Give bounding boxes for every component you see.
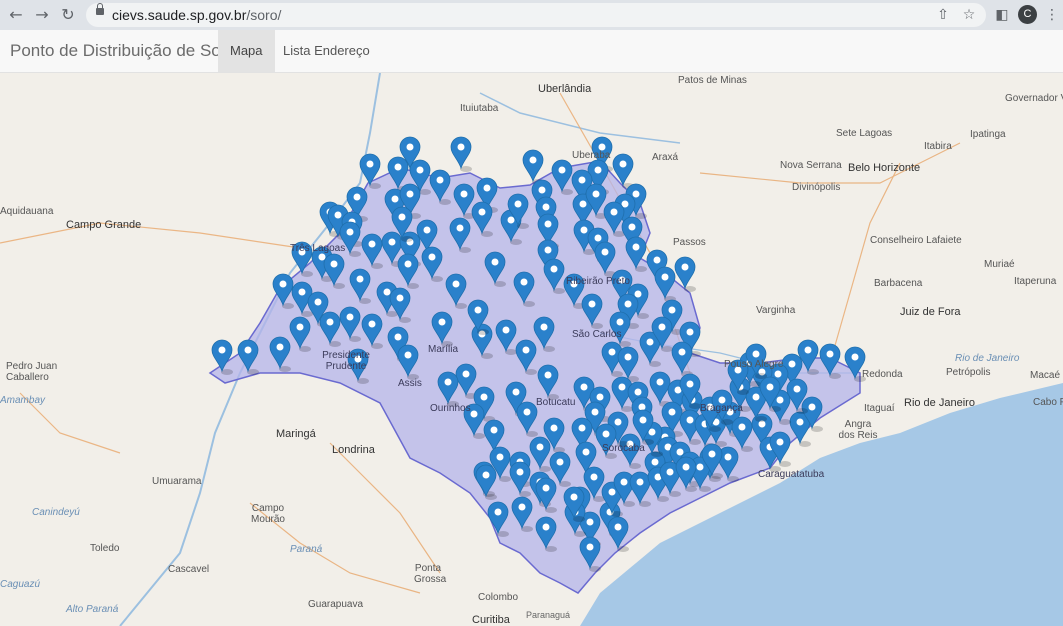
label-ribeirao-preto: Ribeirão Preto — [566, 276, 630, 287]
label-muriae: Muriaé — [984, 259, 1015, 270]
label-pedro-juan-caballero: Pedro Juan Caballero — [6, 361, 58, 383]
browser-toolbar: ← → ↻ cievs.saude.sp.gov.br/soro/ ⇧ ☆ ◧ … — [0, 0, 1063, 30]
label-paranagua: Paranaguá — [526, 610, 571, 620]
map-marker[interactable] — [450, 136, 472, 172]
label-cabo-frio: Cabo Frio — [1033, 397, 1063, 408]
map-view[interactable]: Patos de Minas Uberlândia Governador Val… — [0, 73, 1063, 626]
label-presidente-prudente: Presidente Prudente — [322, 350, 370, 372]
label-itaguai: Itaguaí — [864, 403, 895, 414]
label-patos-de-minas: Patos de Minas — [678, 75, 747, 86]
label-ipatinga: Ipatinga — [970, 129, 1006, 140]
map-marker[interactable] — [487, 501, 509, 537]
label-caaguazu: Caguazú — [0, 579, 41, 590]
label-angra-dos-reis: Angra dos Reis — [838, 419, 878, 441]
label-sorocaba: Sorocaba — [602, 443, 645, 454]
nav-tab-lista-endereco[interactable]: Lista Endereço — [271, 30, 382, 72]
label-itabira: Itabira — [924, 141, 952, 152]
label-redonda: Redonda — [862, 369, 903, 380]
label-sete-lagoas: Sete Lagoas — [836, 128, 893, 139]
label-assis: Assis — [398, 378, 422, 389]
app-navbar: Ponto de Distribuição de Soro Mapa Lista… — [0, 30, 1063, 73]
label-canindeyu: Canindeyú — [32, 507, 80, 518]
url-domain: cievs.saude.sp.gov.br — [112, 7, 247, 23]
label-governador-valadares: Governador Valadares — [1005, 93, 1063, 104]
label-uberaba: Uberaba — [572, 150, 611, 161]
label-colombo: Colombo — [478, 592, 519, 603]
label-varginha: Varginha — [756, 305, 796, 316]
share-icon[interactable]: ⇧ — [934, 6, 952, 24]
label-barbacena: Barbacena — [874, 278, 923, 289]
label-passos: Passos — [673, 237, 706, 248]
label-nova-serrana: Nova Serrana — [780, 160, 842, 171]
label-ponta-grossa: Ponta Grossa — [414, 563, 447, 585]
label-juiz-de-fora: Juiz de Fora — [900, 306, 961, 318]
label-parana-state: Paraná — [290, 544, 323, 555]
brand-title[interactable]: Ponto de Distribuição de Soro — [10, 41, 236, 61]
url-path: /soro/ — [246, 7, 282, 23]
reload-icon[interactable]: ↻ — [58, 5, 78, 25]
label-belo-horizonte: Belo Horizonte — [848, 162, 921, 174]
label-curitiba: Curitiba — [472, 614, 510, 626]
label-araxa: Araxá — [652, 152, 679, 163]
label-uberlandia: Uberlândia — [538, 83, 592, 95]
label-londrina: Londrina — [332, 444, 375, 456]
back-icon[interactable]: ← — [6, 5, 26, 25]
menu-kebab-icon[interactable]: ⋮ — [1043, 6, 1061, 24]
label-caraguatatuba: Caraguatatuba — [758, 469, 825, 480]
label-campo-grande: Campo Grande — [66, 219, 142, 231]
url-text: cievs.saude.sp.gov.br/soro/ — [112, 7, 281, 23]
map-canvas — [0, 73, 1063, 626]
label-petropolis: Petrópolis — [946, 367, 991, 378]
label-macae: Macaé — [1030, 370, 1061, 381]
forward-icon[interactable]: → — [32, 5, 52, 25]
sidebar-icon[interactable]: ◧ — [993, 6, 1011, 24]
label-cascavel: Cascavel — [168, 564, 210, 575]
label-itaperuna: Itaperuna — [1014, 276, 1057, 287]
address-bar[interactable]: cievs.saude.sp.gov.br/soro/ ⇧ ☆ — [86, 3, 986, 27]
label-tres-lagoas: Três Lagoas — [290, 243, 346, 254]
label-conselheiro-lafaiete: Conselheiro Lafaiete — [870, 235, 962, 246]
label-ituiutaba: Ituiutaba — [460, 103, 499, 114]
label-campo-mourao: Campo Mourão — [251, 503, 285, 525]
label-aquidauana: Aquidauana — [0, 206, 54, 217]
label-toledo: Toledo — [90, 543, 120, 554]
label-pouso-alegre: Pouso Alegre — [724, 359, 784, 370]
label-ourinhos: Ourinhos — [430, 403, 471, 414]
label-rio-de-janeiro-state: Rio de Janeiro — [955, 353, 1020, 364]
label-umuarama: Umuarama — [152, 476, 202, 487]
label-alto-parana: Alto Paraná — [66, 604, 119, 615]
label-amambay: Amambay — [0, 395, 46, 406]
label-botucatu: Botucatu — [536, 397, 576, 408]
label-braganca: Bragança — [700, 403, 743, 414]
label-divinopolis: Divinópolis — [792, 182, 841, 193]
bookmark-star-icon[interactable]: ☆ — [960, 6, 978, 24]
label-maringa: Maringá — [276, 428, 316, 440]
label-sao-carlos: São Carlos — [572, 329, 622, 340]
lock-icon — [96, 3, 104, 15]
map-marker[interactable] — [359, 153, 381, 189]
label-marilia: Marília — [428, 344, 459, 355]
nav-tab-mapa[interactable]: Mapa — [218, 30, 275, 72]
profile-avatar[interactable]: C — [1018, 5, 1037, 24]
label-rio-de-janeiro: Rio de Janeiro — [904, 397, 975, 409]
label-guarapuava: Guarapuava — [308, 599, 364, 610]
